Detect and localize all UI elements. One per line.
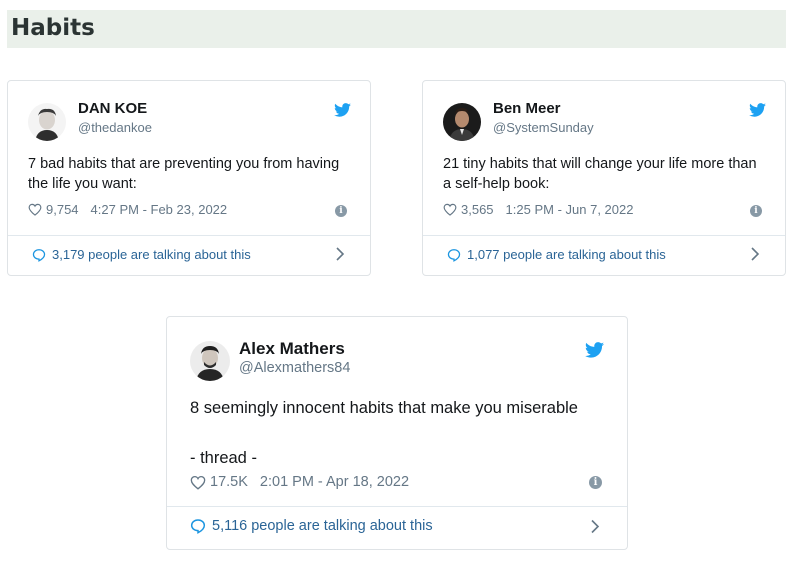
twitter-bird-icon[interactable] [334,103,351,117]
tweet-text: 21 tiny habits that will change your lif… [443,156,757,193]
comment-bubble-icon [447,248,461,262]
info-icon[interactable]: i [750,205,762,217]
tweet-text: 7 bad habits that are preventing you fro… [28,156,340,193]
heart-icon[interactable] [190,475,206,490]
comment-bubble-icon [190,519,206,534]
twitter-bird-icon[interactable] [585,342,604,358]
author-handle[interactable]: @thedankoe [78,120,152,135]
like-count: 17.5K [210,474,248,490]
avatar[interactable] [28,103,66,141]
info-icon[interactable]: i [589,476,602,489]
tweet-timestamp[interactable]: 2:01 PM - Apr 18, 2022 [260,474,409,490]
chevron-right-icon[interactable] [750,247,760,261]
tweet-timestamp[interactable]: 1:25 PM - Jun 7, 2022 [506,202,634,217]
tweet-text-line: - thread - [190,448,257,467]
author-name[interactable]: Alex Mathers [239,339,345,359]
tweet-meta: 9,754 4:27 PM - Feb 23, 2022 [28,202,227,217]
tweet-text: 8 seemingly innocent habits that make yo… [190,396,610,471]
twitter-bird-icon[interactable] [749,103,766,117]
talking-text[interactable]: 1,077 people are talking about this [467,247,666,262]
talking-link[interactable]: 1,077 people are talking about this [447,247,666,262]
info-icon[interactable]: i [335,205,347,217]
divider [167,506,627,507]
tweet-meta: 17.5K 2:01 PM - Apr 18, 2022 [190,474,409,490]
talking-link[interactable]: 3,179 people are talking about this [32,247,251,262]
author-handle[interactable]: @Alexmathers84 [239,360,350,376]
chevron-right-icon[interactable] [590,519,600,534]
tweet-text-line: 8 seemingly innocent habits that make yo… [190,399,578,417]
tweet-meta: 3,565 1:25 PM - Jun 7, 2022 [443,202,633,217]
tweet-card-benmeer[interactable]: Ben Meer @SystemSunday 21 tiny habits th… [422,80,786,276]
section-title: Habits [11,15,95,41]
tweet-card-dankoe[interactable]: DAN KOE @thedankoe 7 bad habits that are… [7,80,371,276]
comment-bubble-icon [32,248,46,262]
avatar[interactable] [190,341,230,381]
tweet-card-alexmathers[interactable]: Alex Mathers @Alexmathers84 8 seemingly … [166,316,628,550]
like-count: 3,565 [461,202,494,217]
talking-text[interactable]: 3,179 people are talking about this [52,247,251,262]
author-name[interactable]: DAN KOE [78,100,147,117]
divider [8,235,370,236]
chevron-right-icon[interactable] [335,247,345,261]
talking-link[interactable]: 5,116 people are talking about this [190,518,433,534]
like-count: 9,754 [46,202,79,217]
avatar[interactable] [443,103,481,141]
heart-icon[interactable] [443,203,457,216]
talking-text[interactable]: 5,116 people are talking about this [212,518,433,534]
heart-icon[interactable] [28,203,42,216]
divider [423,235,785,236]
tweet-timestamp[interactable]: 4:27 PM - Feb 23, 2022 [91,202,228,217]
author-name[interactable]: Ben Meer [493,100,561,117]
section-header: Habits [7,10,786,48]
author-handle[interactable]: @SystemSunday [493,120,594,135]
